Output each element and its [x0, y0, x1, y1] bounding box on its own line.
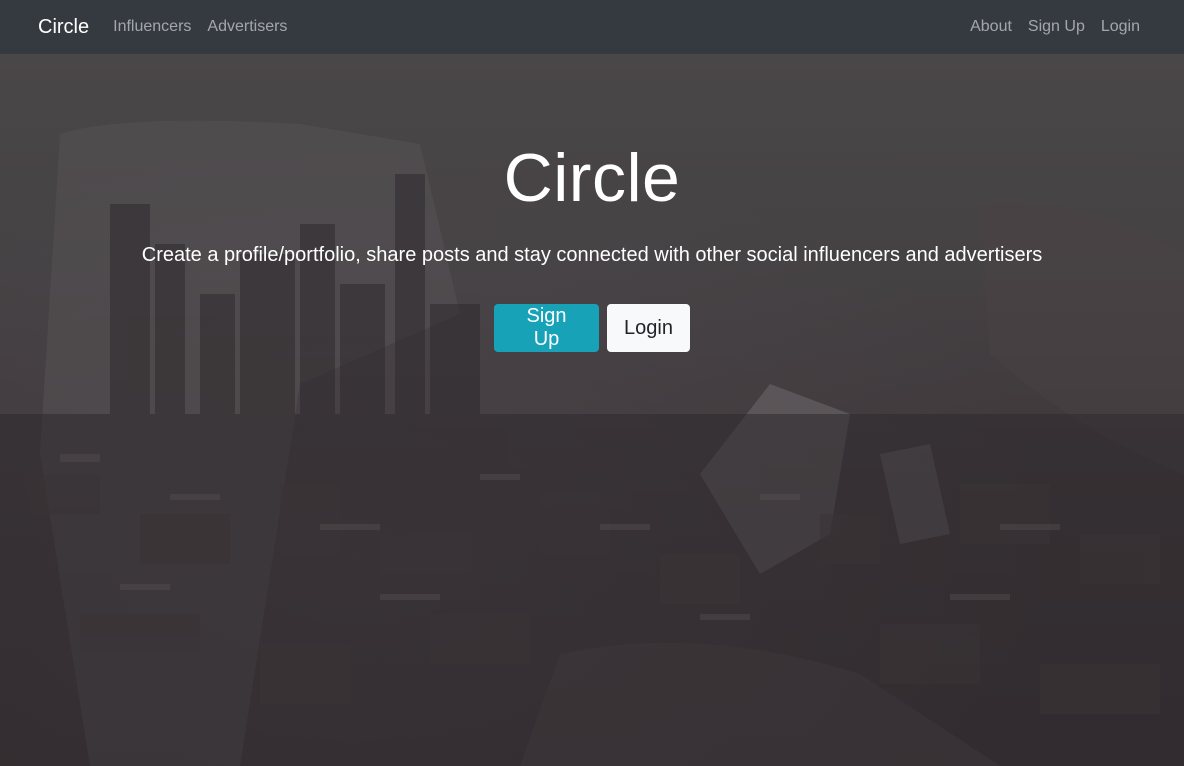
nav-left-group: Influencers Advertisers	[113, 18, 295, 36]
nav-link-login[interactable]: Login	[1093, 18, 1140, 36]
nav-link-about[interactable]: About	[962, 18, 1020, 36]
hero-button-group: Sign Up Login	[0, 304, 1184, 352]
hero-content: Circle Create a profile/portfolio, share…	[0, 54, 1184, 352]
top-navbar: Circle Influencers Advertisers About Sig…	[0, 0, 1184, 54]
hero-section: Circle Create a profile/portfolio, share…	[0, 54, 1184, 766]
hero-subtitle: Create a profile/portfolio, share posts …	[141, 244, 1043, 266]
login-button[interactable]: Login	[607, 304, 690, 352]
nav-link-influencers[interactable]: Influencers	[113, 18, 199, 36]
signup-button[interactable]: Sign Up	[494, 304, 599, 352]
nav-link-advertisers[interactable]: Advertisers	[199, 18, 295, 36]
brand-link[interactable]: Circle	[38, 16, 89, 39]
hero-title: Circle	[503, 140, 681, 216]
nav-link-signup[interactable]: Sign Up	[1020, 18, 1093, 36]
nav-right-group: About Sign Up Login	[962, 18, 1140, 36]
